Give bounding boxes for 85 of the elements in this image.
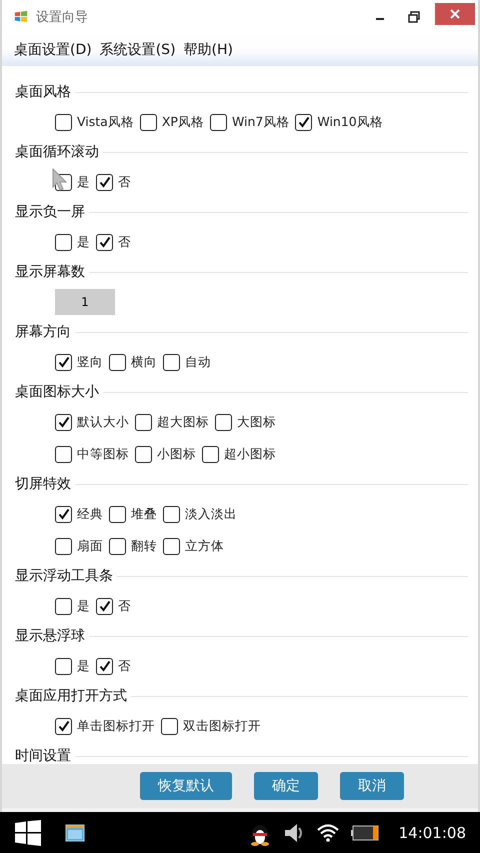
checkbox[interactable] xyxy=(109,354,126,370)
checked-checkbox[interactable] xyxy=(55,354,72,370)
section-title: 显示屏幕数 xyxy=(15,263,85,281)
checkbox-option[interactable]: 否 xyxy=(96,234,131,250)
checkbox-option[interactable]: 双击图标打开 xyxy=(161,718,261,734)
checkbox-option[interactable]: 扇面 xyxy=(55,538,103,554)
menu-item[interactable]: 帮助(H) xyxy=(184,41,233,59)
checkbox[interactable] xyxy=(55,234,72,250)
checkbox[interactable] xyxy=(55,598,72,614)
checkbox-option[interactable]: 堆叠 xyxy=(109,506,157,522)
window-title: 设置向导 xyxy=(36,9,88,26)
checkbox[interactable] xyxy=(161,718,178,734)
checkbox-option[interactable]: 超小图标 xyxy=(202,446,276,462)
menu-item[interactable]: 桌面设置(D) xyxy=(14,41,92,59)
checkbox[interactable] xyxy=(163,538,180,554)
close-button[interactable] xyxy=(435,3,475,25)
checkbox[interactable] xyxy=(215,414,232,430)
checkbox[interactable] xyxy=(55,446,72,462)
restore-icon xyxy=(408,11,420,23)
close-icon xyxy=(449,8,461,20)
checkbox-option[interactable]: 中等图标 xyxy=(55,446,129,462)
checkbox-option[interactable]: 否 xyxy=(96,598,131,614)
checked-checkbox[interactable] xyxy=(55,506,72,522)
checked-checkbox[interactable] xyxy=(55,718,72,734)
checkbox-option[interactable]: 立方体 xyxy=(163,538,224,554)
section-title: 屏幕方向 xyxy=(15,323,71,341)
checkbox-option[interactable]: 超大图标 xyxy=(135,414,209,430)
checkbox[interactable] xyxy=(163,354,180,370)
section-title: 桌面应用打开方式 xyxy=(15,687,127,705)
clock-time: 14:01:08 xyxy=(398,824,466,842)
checkbox-option[interactable]: 单击图标打开 xyxy=(55,718,155,734)
checked-checkbox[interactable] xyxy=(96,598,113,614)
checked-checkbox[interactable] xyxy=(96,658,113,674)
checked-checkbox[interactable] xyxy=(295,114,312,130)
section-title: 显示负一屏 xyxy=(15,203,85,221)
checkbox[interactable] xyxy=(55,658,72,674)
checkbox-option[interactable]: 是 xyxy=(55,658,90,674)
checkbox[interactable] xyxy=(202,446,219,462)
checkbox-option[interactable]: 小图标 xyxy=(135,446,196,462)
checkbox-option[interactable]: 否 xyxy=(96,658,131,674)
section-title: 显示浮动工具条 xyxy=(15,567,113,585)
section-title: 切屏特效 xyxy=(15,475,71,493)
section-title: 桌面循环滚动 xyxy=(15,143,99,161)
checkbox[interactable] xyxy=(55,538,72,554)
checkbox[interactable] xyxy=(135,414,152,430)
checkbox[interactable] xyxy=(109,538,126,554)
action-button[interactable]: 取消 xyxy=(340,772,404,800)
checkbox-option[interactable]: 淡入淡出 xyxy=(163,506,237,522)
app-window-icon[interactable] xyxy=(65,822,85,842)
section-title: 时间设置 xyxy=(15,747,71,764)
checkbox[interactable] xyxy=(109,506,126,522)
checked-checkbox[interactable] xyxy=(96,234,113,250)
section-title: 显示悬浮球 xyxy=(15,627,85,645)
windows-flag-icon xyxy=(14,10,28,24)
checkbox-option[interactable]: 否 xyxy=(96,174,131,190)
checked-checkbox[interactable] xyxy=(96,174,113,190)
checked-checkbox[interactable] xyxy=(55,414,72,430)
checkbox-option[interactable]: 自动 xyxy=(163,354,211,370)
speaker-icon[interactable] xyxy=(282,822,305,844)
checkbox-option[interactable]: 大图标 xyxy=(215,414,276,430)
checkbox[interactable] xyxy=(135,446,152,462)
checkbox-option[interactable]: Win7风格 xyxy=(210,114,290,130)
checkbox[interactable] xyxy=(163,506,180,522)
checkbox-option[interactable]: 横向 xyxy=(109,354,157,370)
battery-icon[interactable] xyxy=(350,824,379,840)
action-button[interactable]: 恢复默认 xyxy=(140,772,232,800)
checkbox-option[interactable]: 默认大小 xyxy=(55,414,129,430)
checkbox[interactable] xyxy=(140,114,157,130)
checkbox-option[interactable]: 是 xyxy=(55,598,90,614)
checkbox-option[interactable]: 是 xyxy=(55,234,90,250)
section-title: 桌面风格 xyxy=(15,83,71,101)
wifi-icon[interactable] xyxy=(316,824,339,842)
checkbox-option[interactable]: XP风格 xyxy=(140,114,204,130)
section-title: 桌面图标大小 xyxy=(15,383,99,401)
checkbox-option[interactable]: 经典 xyxy=(55,506,103,522)
windows-logo-icon[interactable] xyxy=(15,820,41,846)
action-button[interactable]: 确定 xyxy=(254,772,318,800)
checkbox-option[interactable]: Vista风格 xyxy=(55,114,134,130)
checkbox[interactable] xyxy=(210,114,227,130)
checkbox-option[interactable]: 翻转 xyxy=(109,538,157,554)
checkbox-option[interactable]: 竖向 xyxy=(55,354,103,370)
checkbox[interactable] xyxy=(55,114,72,130)
checkbox-option[interactable]: Win10风格 xyxy=(295,114,383,130)
value-field[interactable]: 1 xyxy=(55,289,115,315)
menu-item[interactable]: 系统设置(S) xyxy=(100,41,176,59)
